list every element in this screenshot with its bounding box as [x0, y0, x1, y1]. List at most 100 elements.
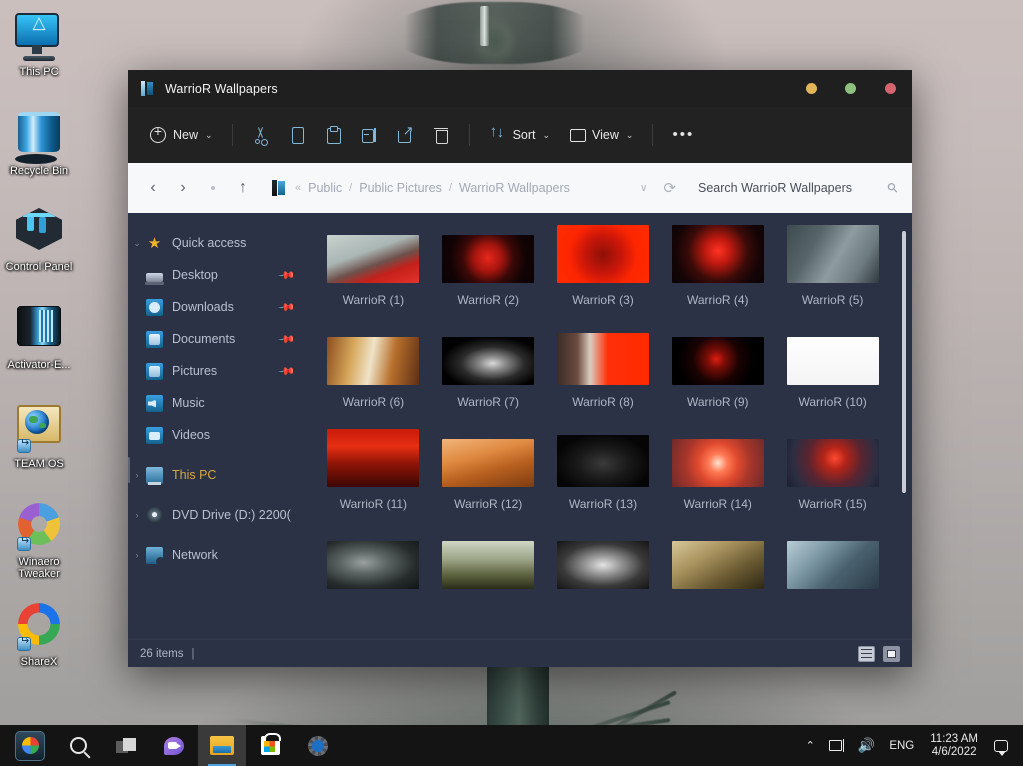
file-tile[interactable]: WarrioR (14): [660, 429, 775, 511]
rename-icon: [360, 126, 378, 144]
file-tile[interactable]: WarrioR (2): [431, 225, 546, 307]
paste-button[interactable]: [315, 119, 351, 151]
file-name-label: WarrioR (9): [687, 395, 749, 409]
recent-locations-button[interactable]: [198, 186, 228, 190]
desktop-icon-sharex[interactable]: ShareX: [0, 600, 78, 668]
file-tile[interactable]: WarrioR (1): [316, 225, 431, 307]
file-thumbnail-holder: [556, 327, 649, 385]
file-tile[interactable]: WarrioR (5): [775, 225, 890, 307]
desktop-icon-team-os[interactable]: TEAM OS: [0, 400, 78, 470]
language-indicator[interactable]: ENG: [882, 725, 921, 766]
sort-button[interactable]: Sort ⌄: [480, 119, 559, 151]
command-toolbar: New ⌄ Sort ⌄ View ⌄: [128, 107, 912, 163]
desktop-icon-activator[interactable]: Activator-E...: [0, 302, 78, 371]
chevron-right-icon[interactable]: ›: [128, 470, 146, 480]
notifications-button[interactable]: [987, 725, 1015, 766]
file-tile[interactable]: WarrioR (6): [316, 327, 431, 409]
breadcrumb-item-warrior-wallpapers[interactable]: WarrioR Wallpapers: [459, 181, 570, 195]
desktop-icon-winaero-tweaker[interactable]: Winaero Tweaker: [0, 500, 78, 580]
desktop-icon-label: TEAM OS: [14, 458, 64, 470]
rename-button[interactable]: [351, 119, 387, 151]
close-button[interactable]: [885, 83, 896, 94]
breadcrumb-overflow-icon[interactable]: «: [295, 182, 301, 194]
window-title-bar[interactable]: WarrioR Wallpapers: [128, 70, 912, 107]
sidebar-item-network[interactable]: › Network: [128, 539, 310, 571]
volume-button[interactable]: 🔊: [851, 725, 882, 766]
show-hidden-icons-button[interactable]: ⌃: [799, 725, 822, 766]
file-tile[interactable]: WarrioR (13): [546, 429, 661, 511]
chat-button[interactable]: [150, 725, 198, 766]
file-tile[interactable]: WarrioR (7): [431, 327, 546, 409]
music-icon: [146, 394, 163, 412]
breadcrumb[interactable]: « Public / Public Pictures / WarrioR Wal…: [272, 180, 630, 196]
vertical-scrollbar[interactable]: [902, 231, 906, 493]
microsoft-store-button[interactable]: [246, 725, 294, 766]
sidebar-item-dvd-drive[interactable]: › DVD Drive (D:) 2200(: [128, 499, 310, 531]
file-thumbnail-holder: [327, 531, 420, 589]
file-tile[interactable]: [316, 531, 431, 599]
toolbar-divider: [231, 124, 233, 146]
file-tile[interactable]: WarrioR (10): [775, 327, 890, 409]
file-tile[interactable]: [431, 531, 546, 599]
start-button[interactable]: [6, 725, 54, 766]
address-dropdown-icon[interactable]: ∨: [630, 183, 657, 194]
refresh-icon[interactable]: ⟳: [657, 179, 682, 197]
folder-path-icon: [272, 180, 286, 196]
chevron-down-icon[interactable]: ⌄: [128, 238, 146, 249]
file-tile[interactable]: WarrioR (15): [775, 429, 890, 511]
sidebar-item-this-pc[interactable]: › This PC: [128, 459, 310, 491]
file-tile[interactable]: WarrioR (9): [660, 327, 775, 409]
chevron-right-icon[interactable]: ›: [128, 510, 146, 520]
sidebar-item-music[interactable]: Music: [128, 387, 310, 419]
search-icon[interactable]: ⚲: [884, 179, 902, 197]
desktop-icon-this-pc[interactable]: This PC: [0, 10, 78, 78]
file-tile[interactable]: [775, 531, 890, 599]
file-tile[interactable]: WarrioR (4): [660, 225, 775, 307]
share-button[interactable]: [387, 119, 423, 151]
file-tile[interactable]: [660, 531, 775, 599]
forward-button[interactable]: ›: [168, 173, 198, 203]
clock[interactable]: 11:23 AM 4/6/2022: [921, 733, 987, 759]
chevron-down-icon: ⌄: [205, 129, 213, 140]
maximize-button[interactable]: [845, 83, 856, 94]
file-list-pane[interactable]: WarrioR (1) WarrioR (2) WarrioR (3) WarrioR…: [310, 213, 912, 639]
new-button[interactable]: New ⌄: [140, 119, 222, 151]
sidebar-item-pictures[interactable]: Pictures 📌: [128, 355, 310, 387]
settings-button[interactable]: [294, 725, 342, 766]
breadcrumb-item-public-pictures[interactable]: Public Pictures: [359, 181, 442, 195]
file-tile[interactable]: WarrioR (3): [546, 225, 661, 307]
file-tile[interactable]: WarrioR (11): [316, 429, 431, 511]
file-tile[interactable]: [546, 531, 661, 599]
desktop-icon-recycle-bin[interactable]: Recycle Bin: [0, 108, 78, 177]
chevron-right-icon[interactable]: ›: [128, 550, 146, 560]
sidebar-item-desktop[interactable]: Desktop 📌: [128, 259, 310, 291]
sidebar-item-quick-access[interactable]: ⌄ ★ Quick access: [128, 227, 310, 259]
details-view-icon[interactable]: [858, 645, 875, 662]
file-tile[interactable]: WarrioR (12): [431, 429, 546, 511]
network-button[interactable]: [822, 725, 851, 766]
task-view-button[interactable]: [102, 725, 150, 766]
cut-button[interactable]: [243, 119, 279, 151]
file-thumbnail-holder: [786, 225, 879, 283]
search-box[interactable]: ⚲: [698, 179, 902, 196]
breadcrumb-item-public[interactable]: Public: [308, 181, 342, 195]
desktop-icon-control-panel[interactable]: Control Panel: [0, 205, 78, 273]
copy-button[interactable]: [279, 119, 315, 151]
file-tile[interactable]: WarrioR (8): [546, 327, 661, 409]
control-panel-icon: [15, 208, 63, 256]
sidebar-item-documents[interactable]: Documents 📌: [128, 323, 310, 355]
back-button[interactable]: ‹: [138, 173, 168, 203]
large-icons-view-icon[interactable]: [883, 645, 900, 662]
minimize-button[interactable]: [806, 83, 817, 94]
file-explorer-button[interactable]: [198, 725, 246, 766]
sidebar-item-downloads[interactable]: Downloads 📌: [128, 291, 310, 323]
search-button[interactable]: [54, 725, 102, 766]
system-tray: ⌃ 🔊 ENG 11:23 AM 4/6/2022: [799, 725, 1023, 766]
delete-button[interactable]: [423, 119, 459, 151]
sidebar-item-videos[interactable]: Videos: [128, 419, 310, 451]
search-input[interactable]: [698, 181, 881, 195]
up-button[interactable]: ↑: [228, 173, 258, 203]
file-thumbnail: [671, 225, 764, 283]
more-options-button[interactable]: •••: [663, 119, 703, 151]
view-button[interactable]: View ⌄: [559, 119, 642, 151]
